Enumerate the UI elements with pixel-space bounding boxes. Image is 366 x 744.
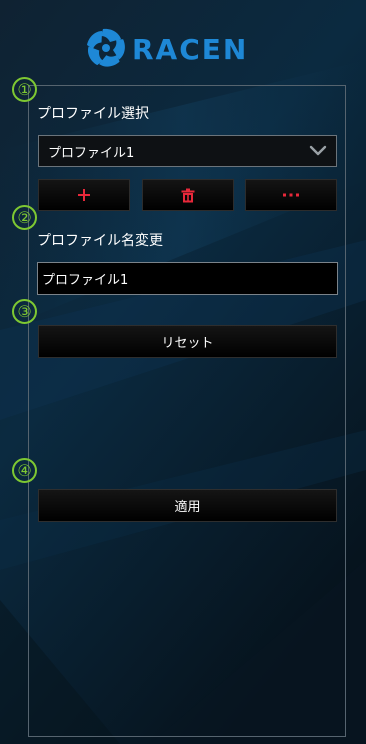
profile-select-value: プロファイル1 xyxy=(48,145,135,161)
step-marker-2: ② xyxy=(12,205,37,230)
profile-select-dropdown[interactable]: プロファイル1 xyxy=(38,135,337,167)
racen-logo-icon xyxy=(87,28,125,67)
step-marker-4: ④ xyxy=(12,458,37,483)
profile-select-label: プロファイル選択 xyxy=(37,106,149,122)
profile-rename-label: プロファイル名変更 xyxy=(37,233,163,249)
reset-button[interactable]: リセット xyxy=(38,325,337,358)
profile-name-input[interactable] xyxy=(37,262,338,295)
step-marker-1: ① xyxy=(12,77,37,102)
racen-logo: RACEN xyxy=(84,24,248,72)
delete-profile-button[interactable] xyxy=(142,179,234,211)
ellipsis-icon xyxy=(283,193,299,197)
add-profile-button[interactable] xyxy=(38,179,130,211)
apply-button[interactable]: 適用 xyxy=(38,489,337,522)
plus-icon xyxy=(78,189,90,201)
trash-icon xyxy=(181,188,195,202)
chevron-down-icon xyxy=(309,145,327,156)
logo-text: RACEN xyxy=(132,32,249,66)
step-marker-3: ③ xyxy=(12,299,37,324)
more-options-button[interactable] xyxy=(245,179,337,211)
